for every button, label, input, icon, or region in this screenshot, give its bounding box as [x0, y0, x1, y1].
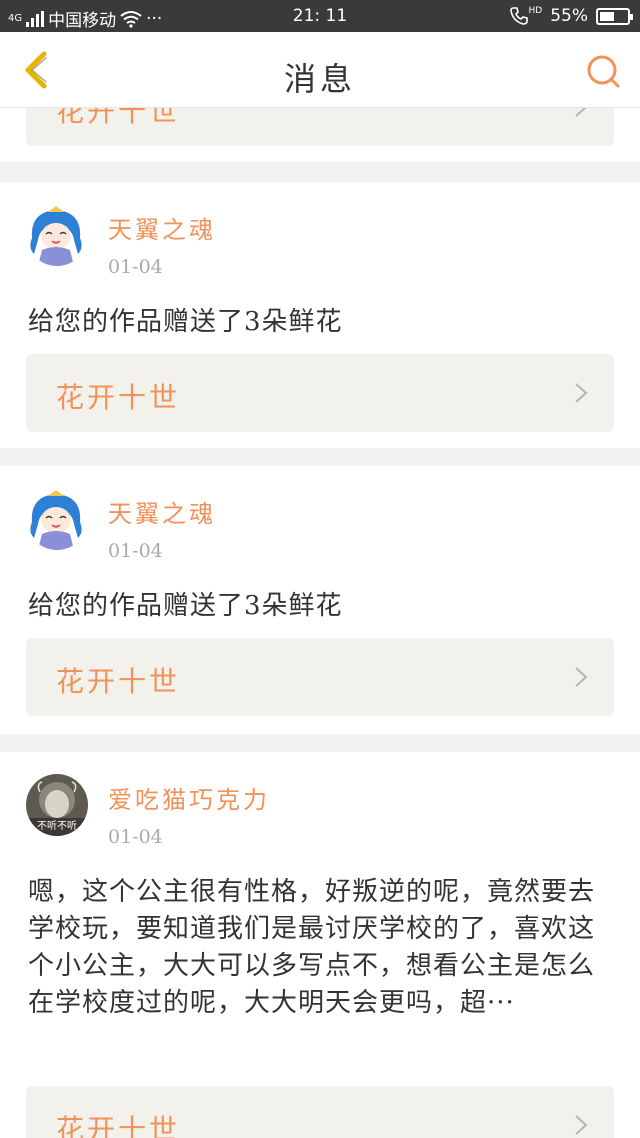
- avatar[interactable]: [26, 488, 88, 550]
- back-arrow-icon: [25, 51, 47, 89]
- avatar[interactable]: 不听不听: [26, 774, 88, 836]
- search-button[interactable]: [584, 52, 624, 92]
- status-right: HD 55%: [509, 6, 633, 26]
- avatar[interactable]: [26, 204, 88, 266]
- user-name[interactable]: 天翼之魂: [108, 210, 216, 245]
- work-title: 花开十世: [56, 108, 181, 128]
- message-date: 01-04: [108, 256, 163, 278]
- status-bar: 4G 中国移动 ··· 21: 11 HD 55%: [0, 0, 640, 32]
- avatar-image: [26, 204, 88, 266]
- message-text: 给您的作品赠送了3朵鲜花: [28, 307, 343, 337]
- battery-level: [600, 11, 615, 21]
- message-card: 天翼之魂 01-04 给您的作品赠送了3朵鲜花 花开十世: [0, 466, 640, 734]
- hd-label: HD: [528, 6, 543, 16]
- avatar-image: [26, 488, 88, 550]
- message-text: 嗯，这个公主很有性格，好叛逆的呢，竟然要去学校玩，要知道我们是最讨厌学校的了，喜…: [28, 877, 596, 1018]
- message-date: 01-04: [108, 826, 163, 848]
- chevron-right-icon: [575, 383, 588, 403]
- message-text: 给您的作品赠送了3朵鲜花: [28, 591, 343, 621]
- nav-bar: 消息: [0, 32, 640, 108]
- battery-percent: 55%: [550, 6, 588, 26]
- chevron-right-icon: [575, 667, 588, 687]
- page-title: 消息: [283, 60, 356, 98]
- back-button[interactable]: [18, 50, 58, 90]
- message-card: 天翼之魂 01-04 给您的作品赠送了3朵鲜花 花开十世: [0, 182, 640, 448]
- work-link[interactable]: 花开十世: [26, 108, 614, 146]
- chevron-right-icon: [575, 108, 587, 117]
- work-title: 花开十世: [56, 1113, 181, 1138]
- work-title: 花开十世: [56, 665, 181, 698]
- user-name[interactable]: 爱吃猫巧克力: [108, 780, 270, 815]
- chevron-right-icon: [575, 1115, 588, 1135]
- message-card: 不听不听 爱吃猫巧克力 01-04 嗯，这个公主很有性格，好叛逆的呢，竟然要去学…: [0, 752, 640, 1138]
- message-date: 01-04: [108, 540, 163, 562]
- work-link[interactable]: 花开十世: [26, 1086, 614, 1138]
- search-icon: [587, 55, 620, 88]
- work-link[interactable]: 花开十世: [26, 354, 614, 432]
- user-name[interactable]: 天翼之魂: [108, 494, 216, 529]
- work-title: 花开十世: [56, 381, 181, 414]
- message-card-partial: 花开十世: [0, 108, 640, 162]
- avatar-caption: 不听不听: [37, 821, 77, 832]
- message-feed[interactable]: 花开十世 天翼之魂 01-04 给您的作品赠送了3朵鲜花 花开十世 天翼之魂 0…: [0, 108, 640, 1138]
- work-link[interactable]: 花开十世: [26, 638, 614, 716]
- phone-hd-icon: HD: [509, 6, 543, 26]
- battery-icon: [596, 7, 633, 25]
